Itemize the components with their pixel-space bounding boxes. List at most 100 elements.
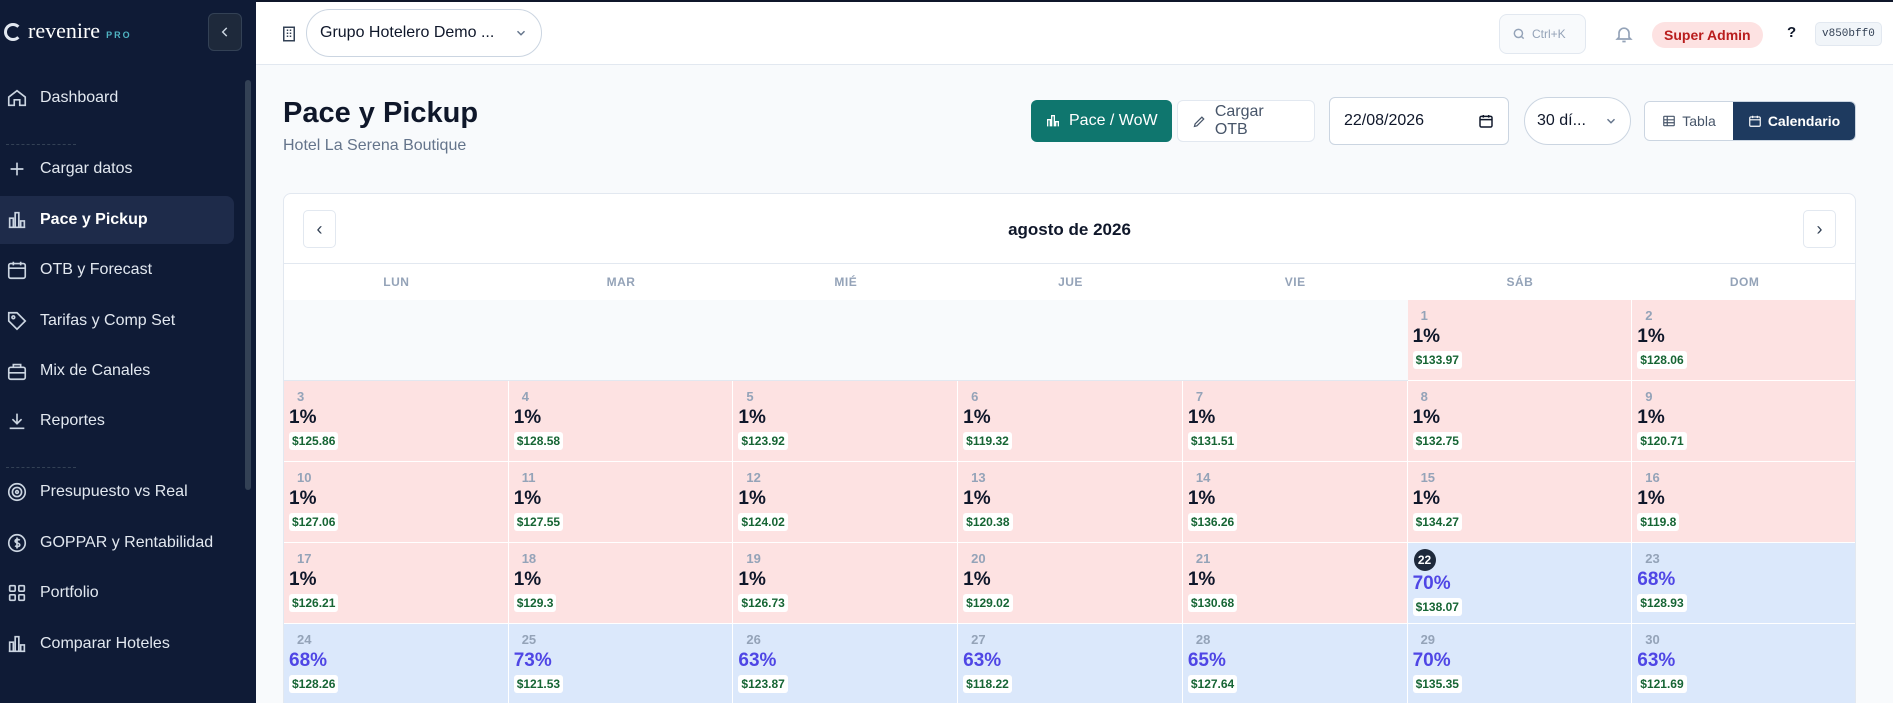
day-number: 2 xyxy=(1645,307,1653,323)
sidebar-scrollbar[interactable] xyxy=(245,80,251,490)
bell-icon[interactable] xyxy=(1614,24,1634,44)
date-input[interactable]: 22/08/2026 xyxy=(1329,97,1509,145)
day-number: 14 xyxy=(1195,469,1211,485)
calendar-day-cell[interactable]: 4 1% $128.58 xyxy=(508,381,734,462)
calendar-day-cell[interactable]: 19 1% $126.73 xyxy=(733,543,959,624)
sidebar-item-reportes[interactable]: Reportes xyxy=(0,397,234,445)
calendar-day-cell[interactable]: 14 1% $136.26 xyxy=(1182,462,1408,543)
occupancy-value: 1% xyxy=(289,488,317,509)
calendar-day-cell[interactable]: 9 1% $120.71 xyxy=(1632,381,1855,462)
sidebar-item-label: OTB y Forecast xyxy=(40,261,153,278)
occupancy-value: 1% xyxy=(1412,326,1441,347)
calendar-day-cell[interactable]: 5 1% $123.92 xyxy=(733,381,959,462)
pace-wow-button[interactable]: Pace / WoW xyxy=(1031,100,1172,142)
calendar-icon[interactable] xyxy=(1478,113,1494,129)
adr-value: $135.35 xyxy=(1412,675,1462,693)
calendar-day-cell[interactable]: 27 63% $118.22 xyxy=(958,624,1183,703)
day-number: 17 xyxy=(297,550,312,566)
next-month-button[interactable]: › xyxy=(1803,210,1836,248)
sidebar-item-label: Cargar datos xyxy=(40,160,133,177)
calendar-day-cell[interactable]: 28 65% $127.64 xyxy=(1182,624,1408,703)
day-number: 11 xyxy=(521,469,536,485)
occupancy-value: 1% xyxy=(513,488,542,509)
role-badge: Super Admin xyxy=(1652,22,1763,48)
calendar-day-cell[interactable]: 10 1% $127.06 xyxy=(284,462,509,543)
weekday-label: VIE xyxy=(1284,275,1306,289)
sidebar-item-presupuesto[interactable]: Presupuesto vs Real xyxy=(0,468,234,516)
sidebar-item-label: Presupuesto vs Real xyxy=(40,483,188,500)
sidebar: revenire PRO Dashboard Cargar datos Pace… xyxy=(0,0,256,703)
calendar-day-cell[interactable]: 18 1% $129.3 xyxy=(508,543,734,624)
calendar-day-cell[interactable]: 2 1% $128.06 xyxy=(1632,300,1855,381)
calendar-day-cell[interactable]: 12 1% $124.02 xyxy=(733,462,959,543)
sidebar-item-cargar-datos[interactable]: Cargar datos xyxy=(0,145,234,193)
sidebar-item-comparar[interactable]: Comparar Hoteles xyxy=(0,620,234,668)
adr-value: $125.86 xyxy=(289,432,339,450)
calendar-grid: 1 1% $133.97 2 1% $128.06 3 1% $125.86 4 1% $128.58… xyxy=(284,300,1855,703)
plus-icon xyxy=(10,162,24,176)
calendar-day-cell[interactable]: 1 1% $133.97 xyxy=(1407,300,1633,381)
adr-value: $126.21 xyxy=(289,594,339,612)
calendar-day-cell[interactable]: 7 1% $131.51 xyxy=(1182,381,1408,462)
calendar-day-cell[interactable]: 29 70% $135.35 xyxy=(1407,624,1633,703)
calendar-day-cell[interactable]: 13 1% $120.38 xyxy=(958,462,1183,543)
calendar-day-cell[interactable]: 11 1% $127.55 xyxy=(508,462,734,543)
collapse-sidebar-button[interactable] xyxy=(208,13,242,51)
calendar-empty-cell xyxy=(508,300,734,381)
adr-value: $124.02 xyxy=(738,513,788,531)
pace-wow-label: Pace / WoW xyxy=(1069,112,1158,129)
calendar-day-cell[interactable]: 30 63% $121.69 xyxy=(1632,624,1855,703)
target-icon xyxy=(7,482,27,502)
hotel-group-select[interactable]: Grupo Hotelero Demo ... xyxy=(306,9,542,57)
day-number: 15 xyxy=(1420,469,1436,485)
calendar-day-cell[interactable]: 26 63% $123.87 xyxy=(733,624,959,703)
search-button[interactable]: Ctrl+K xyxy=(1499,14,1586,54)
calendar-day-cell[interactable]: 17 1% $126.21 xyxy=(284,543,509,624)
sidebar-item-portfolio[interactable]: Portfolio xyxy=(0,569,234,617)
calendar-day-cell[interactable]: 8 1% $132.75 xyxy=(1407,381,1633,462)
view-table-button[interactable]: Tabla xyxy=(1645,102,1733,140)
sidebar-item-dashboard[interactable]: Dashboard xyxy=(0,74,234,122)
calendar-day-cell[interactable]: 23 68% $128.93 xyxy=(1632,543,1855,624)
calendar-day-cell[interactable]: 25 73% $121.53 xyxy=(508,624,734,703)
day-number: 5 xyxy=(746,388,754,404)
calendar-icon xyxy=(1748,115,1761,127)
adr-value: $128.06 xyxy=(1637,351,1687,369)
chevron-left-icon xyxy=(221,27,228,37)
sidebar-item-pace-pickup[interactable]: Pace y Pickup xyxy=(0,196,234,244)
help-button[interactable]: ? xyxy=(1787,24,1796,41)
range-select[interactable]: 30 dí... xyxy=(1524,97,1631,145)
page-title: Pace y Pickup xyxy=(283,97,479,129)
calendar-day-cell[interactable]: 6 1% $119.32 xyxy=(958,381,1183,462)
calendar-day-cell[interactable]: 15 1% $134.27 xyxy=(1407,462,1633,543)
calendar-day-cell[interactable]: 3 1% $125.86 xyxy=(284,381,509,462)
version-badge: v850bff0 xyxy=(1815,22,1882,46)
calendar-empty-cell xyxy=(284,300,509,381)
sidebar-item-label: Mix de Canales xyxy=(40,362,151,379)
cargar-otb-button[interactable]: Cargar OTB xyxy=(1177,100,1315,142)
calendar-day-cell[interactable]: 24 68% $128.26 xyxy=(284,624,509,703)
sidebar-item-otb-forecast[interactable]: OTB y Forecast xyxy=(0,246,234,294)
sidebar-item-goppar[interactable]: GOPPAR y Rentabilidad xyxy=(0,519,234,567)
weekday-label: LUN xyxy=(383,275,410,289)
occupancy-value: 63% xyxy=(963,650,1002,671)
day-number: 28 xyxy=(1195,631,1211,647)
brand-logo[interactable]: revenire PRO xyxy=(4,18,132,44)
occupancy-value: 1% xyxy=(1637,488,1665,509)
sidebar-item-mix-canales[interactable]: Mix de Canales xyxy=(0,347,234,395)
day-number: 3 xyxy=(297,388,305,404)
day-number: 25 xyxy=(521,631,537,647)
bar-chart-icon xyxy=(8,635,26,653)
calendar-empty-cell xyxy=(958,300,1183,381)
adr-value: $130.68 xyxy=(1187,594,1238,612)
adr-value: $128.93 xyxy=(1637,594,1687,612)
occupancy-value: 70% xyxy=(1412,573,1451,594)
calendar-day-cell[interactable]: 21 1% $130.68 xyxy=(1182,543,1408,624)
calendar-day-cell[interactable]: 20 1% $129.02 xyxy=(958,543,1183,624)
logo-icon xyxy=(4,23,22,41)
calendar-day-cell[interactable]: 16 1% $119.8 xyxy=(1632,462,1855,543)
sidebar-item-label: Pace y Pickup xyxy=(40,211,148,228)
sidebar-item-tarifas[interactable]: Tarifas y Comp Set xyxy=(0,297,234,345)
calendar-day-cell[interactable]: 22 70% $138.07 xyxy=(1407,543,1633,624)
view-calendar-button[interactable]: Calendario xyxy=(1733,102,1855,140)
